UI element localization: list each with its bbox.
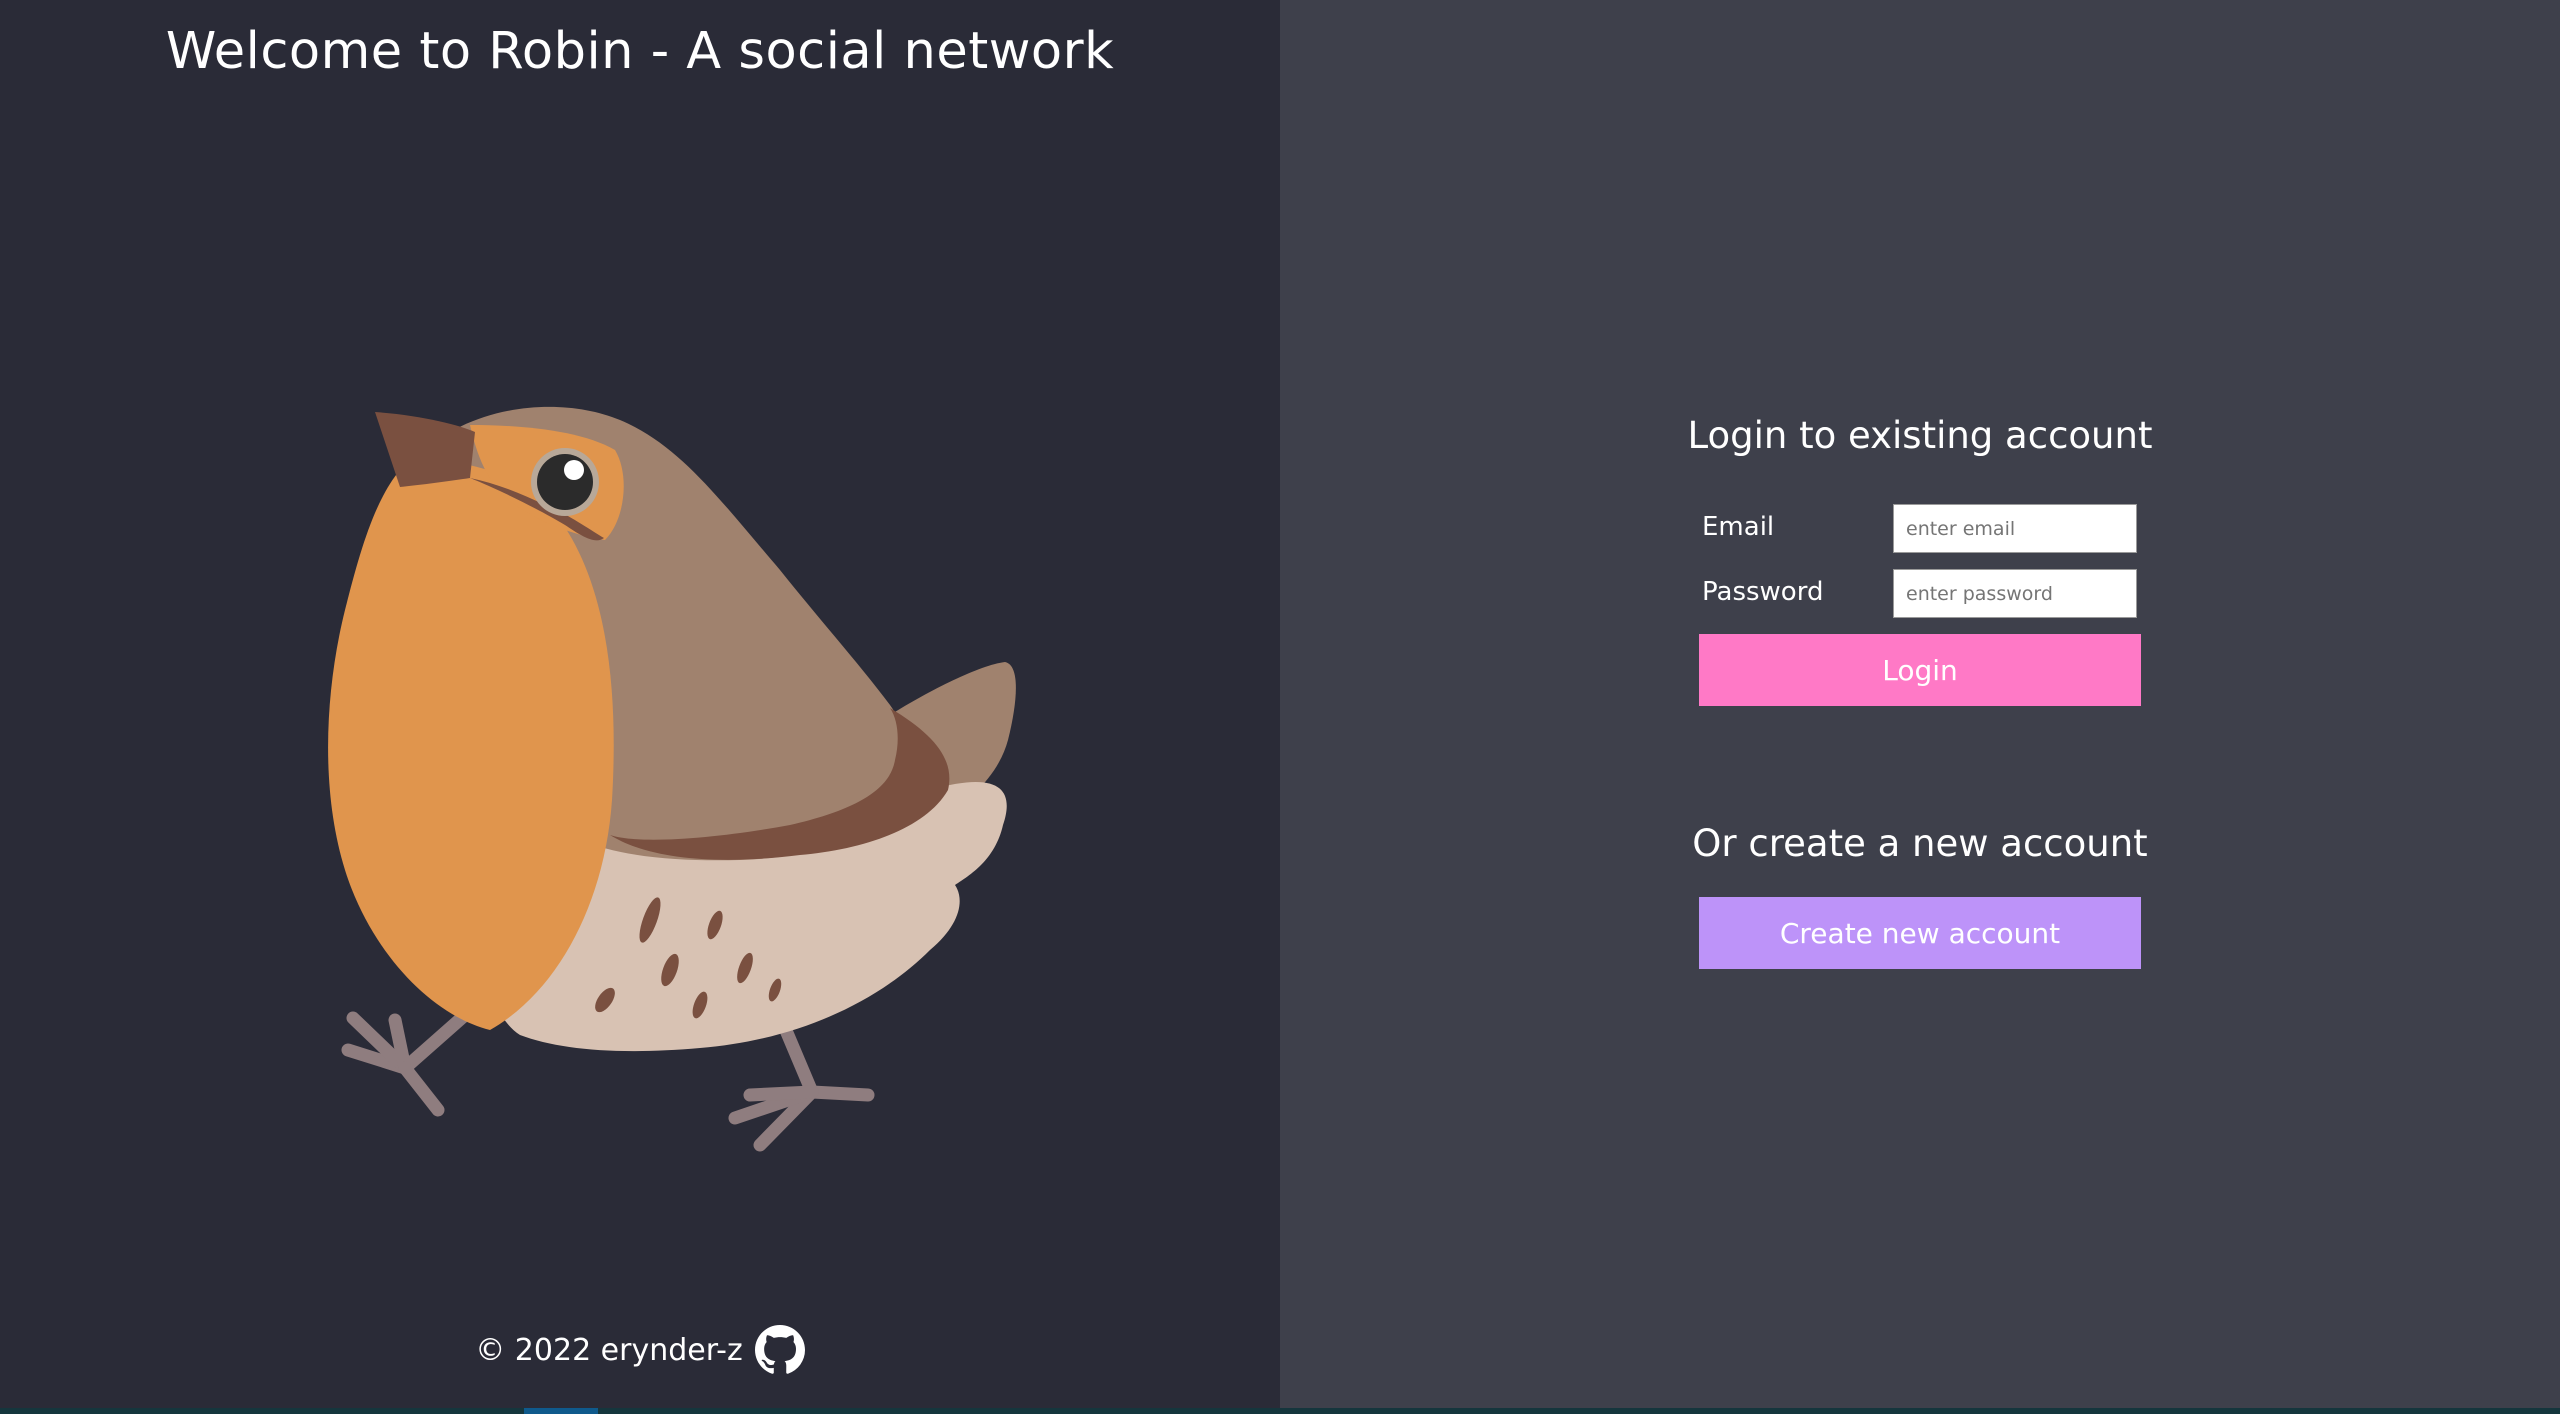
page: Welcome to Robin - A social network © 20… xyxy=(0,0,2560,1414)
page-title: Welcome to Robin - A social network xyxy=(165,22,1115,81)
email-field[interactable] xyxy=(1893,504,2137,553)
welcome-panel: Welcome to Robin - A social network © 20… xyxy=(0,0,1280,1408)
robin-beak xyxy=(375,412,475,487)
robin-left-leg xyxy=(341,1008,472,1117)
password-label: Password xyxy=(1702,577,1824,607)
bottom-strip-accent xyxy=(524,1408,598,1414)
login-title: Login to existing account xyxy=(1687,414,2153,457)
robin-eye xyxy=(537,454,593,510)
robin-illustration xyxy=(328,406,1016,1152)
create-account-title: Or create a new account xyxy=(1692,822,2148,865)
robin-right-leg xyxy=(728,1021,875,1152)
github-icon[interactable] xyxy=(754,1325,805,1375)
create-account-button[interactable]: Create new account xyxy=(1699,897,2141,969)
footer: © 2022 erynder-z xyxy=(0,1325,1280,1375)
login-button[interactable]: Login xyxy=(1699,634,2141,706)
copyright-text: © 2022 erynder-z xyxy=(475,1332,743,1368)
robin-eye-shine xyxy=(564,460,584,480)
password-field[interactable] xyxy=(1893,569,2137,618)
email-label: Email xyxy=(1702,512,1775,542)
bottom-strip xyxy=(0,1408,2560,1414)
